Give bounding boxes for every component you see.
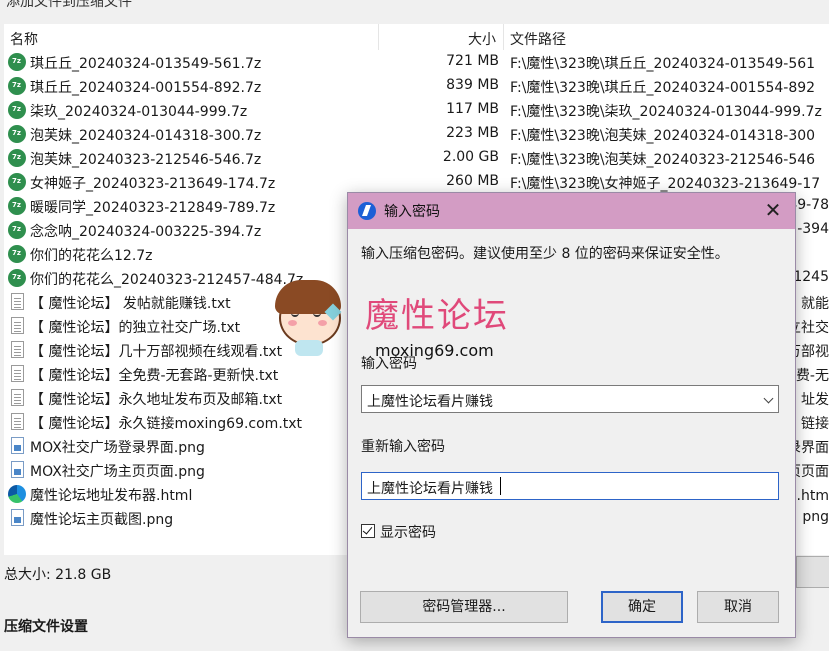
file-name: 琪丘丘_20240324-001554-892.7z	[30, 80, 262, 96]
file-name: 暖暖同学_20240323-212849-789.7z	[30, 200, 276, 216]
file-path: -394	[797, 221, 829, 237]
file-name: 【 魔性论坛】的独立社交广场.txt	[30, 320, 241, 336]
file-path: F:\魔性\323晚\女神姬子_20240323-213649-17	[510, 176, 821, 192]
7z-archive-icon	[8, 125, 26, 143]
password-dialog: 输入密码 ✕ 输入压缩包密码。建议使用至少 8 位的密码来保证安全性。 输入密码…	[347, 192, 796, 638]
list-item[interactable]: 柒玖_20240324-013044-999.7z 117 MB F:\魔性\323…	[4, 98, 829, 122]
file-size: 260 MB	[446, 173, 499, 189]
file-name: 魔性论坛主页截图.png	[30, 512, 174, 528]
list-header: 名称 大小 文件路径	[4, 24, 829, 50]
7z-archive-icon	[8, 77, 26, 95]
list-item[interactable]: 泡芙妹_20240324-014318-300.7z 223 MB F:\魔性\32…	[4, 122, 829, 146]
file-name: 【 魔性论坛】几十万部视频在线观看.txt	[30, 344, 283, 360]
dialog-title: 输入密码	[384, 204, 440, 220]
show-password-label[interactable]: 显示密码	[380, 522, 436, 542]
column-header-size[interactable]: 大小	[468, 29, 496, 49]
cartoon-girl-icon	[273, 276, 347, 356]
close-icon[interactable]: ✕	[759, 197, 787, 225]
window-title-text: 添加文件到压缩文件	[6, 0, 132, 10]
text-file-icon	[11, 413, 24, 430]
app-icon	[358, 202, 376, 220]
file-name: 【 魔性论坛】永久地址发布页及邮箱.txt	[30, 392, 283, 408]
png-image-icon	[11, 437, 24, 454]
show-password-checkbox[interactable]	[361, 524, 375, 538]
column-divider[interactable]	[503, 24, 504, 50]
file-name: MOX社交广场主页页面.png	[30, 464, 205, 480]
text-file-icon	[11, 341, 24, 358]
reenter-password-value[interactable]: 上魔性论坛看片赚钱	[367, 478, 493, 498]
7z-archive-icon	[8, 245, 26, 263]
7z-archive-icon	[8, 269, 26, 287]
file-name: MOX社交广场登录界面.png	[30, 440, 205, 456]
column-header-name[interactable]: 名称	[10, 29, 38, 49]
file-name: 泡芙妹_20240323-212546-546.7z	[30, 152, 262, 168]
file-name: 【 魔性论坛】 发帖就能赚钱.txt	[30, 296, 231, 312]
file-path: F:\魔性\323晚\琪丘丘_20240324-001554-892	[510, 80, 816, 96]
file-path: 链接	[801, 416, 829, 432]
list-item[interactable]: 泡芙妹_20240323-212546-546.7z 2.00 GB F:\魔性\3…	[4, 146, 829, 170]
reenter-password-label: 重新输入密码	[361, 439, 445, 455]
watermark-text: 魔性论坛	[365, 296, 509, 336]
file-name: 【 魔性论坛】全免费-无套路-更新快.txt	[30, 368, 279, 384]
7z-archive-icon	[8, 173, 26, 191]
file-size: 721 MB	[446, 53, 499, 69]
7z-archive-icon	[8, 197, 26, 215]
file-size: 839 MB	[446, 77, 499, 93]
text-file-icon	[11, 293, 24, 310]
password-combo[interactable]: 上魔性论坛看片赚钱	[361, 385, 779, 413]
dialog-instruction: 输入压缩包密码。建议使用至少 8 位的密码来保证安全性。	[361, 246, 729, 262]
column-header-path[interactable]: 文件路径	[510, 29, 566, 49]
cancel-button[interactable]: 取消	[697, 591, 779, 623]
window-top-title: 添加文件到压缩文件	[0, 0, 829, 10]
file-size: 223 MB	[446, 125, 499, 141]
file-path: F:\魔性\323晚\柒玖_20240324-013044-999.7z	[510, 104, 822, 120]
list-item[interactable]: 琪丘丘_20240324-001554-892.7z 839 MB F:\魔性\32…	[4, 74, 829, 98]
text-file-icon	[11, 317, 24, 334]
7z-archive-icon	[8, 101, 26, 119]
total-size: 总大小: 21.8 GB	[4, 567, 112, 583]
file-path: png	[802, 509, 829, 525]
file-path: 就能	[801, 296, 829, 312]
file-path: 址发	[801, 392, 829, 408]
file-name: 柒玖_20240324-013044-999.7z	[30, 104, 248, 120]
text-caret	[500, 477, 501, 495]
html-file-icon	[8, 485, 26, 503]
file-name: 女神姬子_20240323-213649-174.7z	[30, 176, 276, 192]
png-image-icon	[11, 509, 24, 526]
dialog-titlebar[interactable]: 输入密码 ✕	[348, 193, 795, 229]
password-manager-button[interactable]: 密码管理器...	[360, 591, 568, 623]
file-name: 念念呐_20240324-003225-394.7z	[30, 224, 262, 240]
reenter-password-input[interactable]: 上魔性论坛看片赚钱	[361, 472, 779, 500]
7z-archive-icon	[8, 53, 26, 71]
file-name: 魔性论坛地址发布器.html	[30, 488, 193, 504]
file-name: 泡芙妹_20240324-014318-300.7z	[30, 128, 262, 144]
file-name: 【 魔性论坛】永久链接moxing69.com.txt	[30, 416, 303, 432]
list-item[interactable]: 琪丘丘_20240324-013549-561.7z 721 MB F:\魔性\32…	[4, 50, 829, 74]
file-path: F:\魔性\323晚\泡芙妹_20240324-014318-300	[510, 128, 816, 144]
file-name: 琪丘丘_20240324-013549-561.7z	[30, 56, 262, 72]
file-path: F:\魔性\323晚\琪丘丘_20240324-013549-561	[510, 56, 816, 72]
chevron-down-icon[interactable]	[763, 393, 774, 404]
file-size: 2.00 GB	[442, 149, 499, 165]
text-file-icon	[11, 389, 24, 406]
file-path: F:\魔性\323晚\泡芙妹_20240323-212546-546	[510, 152, 816, 168]
watermark-url: moxing69.com	[375, 341, 494, 360]
file-size: 117 MB	[446, 101, 499, 117]
file-name: 你们的花花么_20240323-212457-484.7z	[30, 272, 304, 288]
file-path: 1245	[793, 269, 829, 285]
settings-section-title: 压缩文件设置	[4, 619, 88, 635]
7z-archive-icon	[8, 149, 26, 167]
ok-button[interactable]: 确定	[601, 591, 683, 623]
png-image-icon	[11, 461, 24, 478]
list-item[interactable]: 女神姬子_20240323-213649-174.7z 260 MB F:\魔性\3…	[4, 170, 829, 194]
column-divider[interactable]	[378, 24, 379, 50]
file-name: 你们的花花么12.7z	[30, 248, 153, 264]
file-path: 费-无	[795, 368, 829, 384]
background-button[interactable]	[796, 556, 829, 588]
password-value[interactable]: 上魔性论坛看片赚钱	[367, 391, 493, 411]
7z-archive-icon	[8, 221, 26, 239]
text-file-icon	[11, 365, 24, 382]
